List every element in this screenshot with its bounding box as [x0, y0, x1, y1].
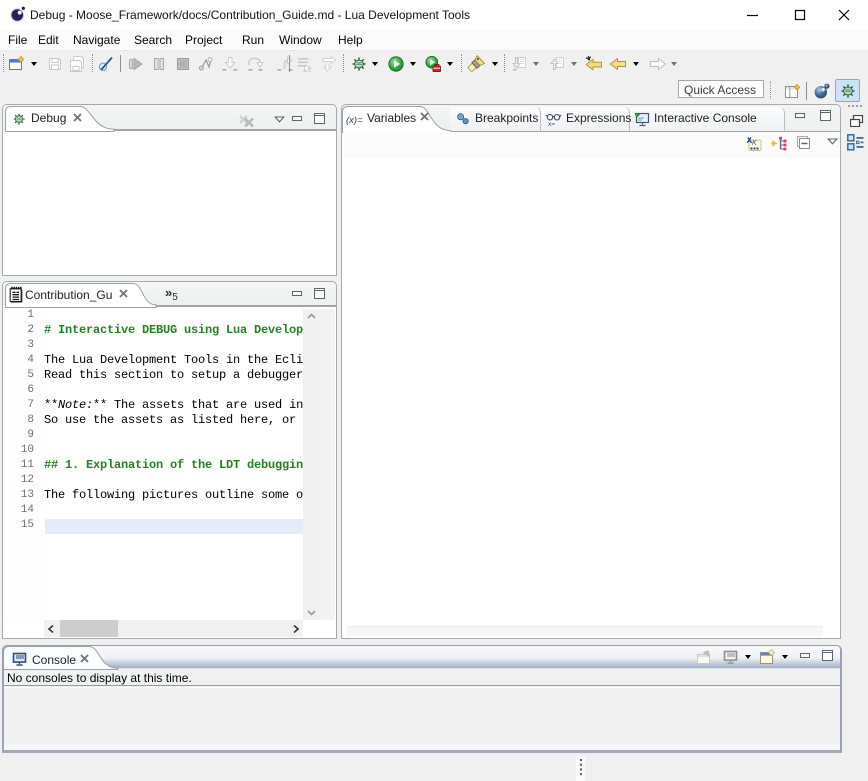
svg-text:K: K	[752, 140, 757, 147]
svg-text:x=: x=	[548, 121, 555, 127]
svg-text:(x)=: (x)=	[346, 115, 363, 125]
